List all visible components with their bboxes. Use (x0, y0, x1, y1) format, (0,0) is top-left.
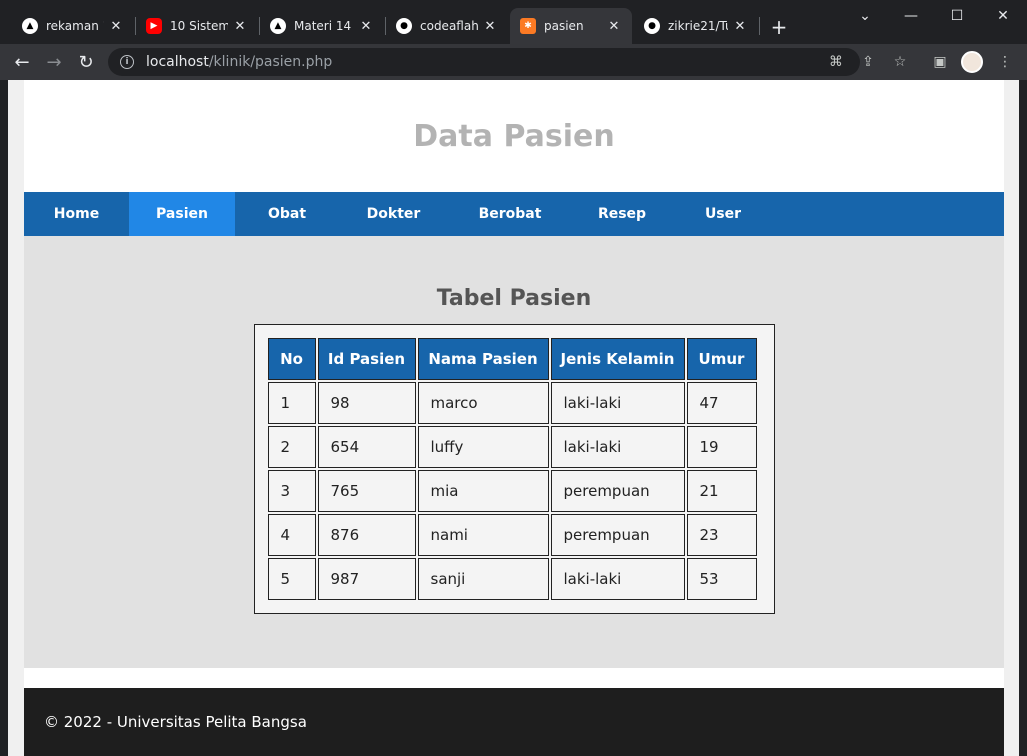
browser-tab[interactable]: ▲ rekaman 10 ✕ (12, 8, 134, 44)
nav-item-home[interactable]: Home (24, 192, 129, 236)
column-header: Nama Pasien (417, 338, 549, 380)
nav-item-berobat[interactable]: Berobat (448, 192, 572, 236)
maximize-button[interactable]: ☐ (934, 0, 980, 32)
url-text: localhost/klinik/pasien.php (146, 54, 333, 70)
browser-tab-bar: ▲ rekaman 10 ✕ ▶ 10 Sistem B ✕ ▲ Materi … (0, 0, 1027, 44)
table-cell: 47 (686, 382, 757, 424)
column-header: Jenis Kelamin (550, 338, 685, 380)
nav-item-dokter[interactable]: Dokter (339, 192, 448, 236)
back-button[interactable]: ← (8, 48, 36, 76)
table-cell: sanji (417, 558, 549, 600)
footer-text: © 2022 - Universitas Pelita Bangsa (44, 713, 307, 731)
table-cell: 2 (267, 426, 316, 468)
github-icon: ● (396, 18, 412, 34)
page-container: Data Pasien Home Pasien Obat Dokter Bero… (24, 80, 1004, 756)
table-cell: 4 (267, 514, 316, 556)
table-cell: 987 (317, 558, 416, 600)
info-icon[interactable]: i (120, 55, 134, 69)
table-row: 3 765 mia perempuan 21 (267, 470, 757, 512)
nav-item-resep[interactable]: Resep (572, 192, 672, 236)
close-window-button[interactable]: ✕ (980, 0, 1026, 32)
address-bar[interactable]: i localhost/klinik/pasien.php (108, 48, 860, 76)
nav-item-pasien[interactable]: Pasien (129, 192, 235, 236)
page-viewport: Data Pasien Home Pasien Obat Dokter Bero… (8, 80, 1019, 756)
table-cell: laki-laki (550, 426, 685, 468)
table-cell: perempuan (550, 470, 685, 512)
table-cell: 876 (317, 514, 416, 556)
tab-title: Materi 14 - (294, 19, 354, 33)
column-header: Umur (686, 338, 757, 380)
page-title: Data Pasien (413, 118, 615, 154)
translate-icon[interactable]: ⌘ (826, 52, 846, 72)
table-cell: 19 (686, 426, 757, 468)
table-cell: nami (417, 514, 549, 556)
browser-tab[interactable]: ▲ Materi 14 - ✕ (260, 8, 384, 44)
minimize-button[interactable]: — (888, 0, 934, 32)
page-header: Data Pasien (24, 80, 1004, 192)
tab-search-icon[interactable]: ⌄ (842, 0, 888, 32)
tab-title: 10 Sistem B (170, 19, 228, 33)
table-cell: mia (417, 470, 549, 512)
table-cell: 98 (317, 382, 416, 424)
profile-avatar[interactable] (961, 51, 983, 73)
browser-toolbar: ← → ↻ i localhost/klinik/pasien.php ⌘ ⇪ … (0, 44, 1027, 80)
footer-spacer (24, 668, 1004, 688)
table-row: 2 654 luffy laki-laki 19 (267, 426, 757, 468)
nav-item-user[interactable]: User (672, 192, 774, 236)
menu-dots-icon[interactable]: ⋮ (995, 52, 1015, 72)
table-container: No Id Pasien Nama Pasien Jenis Kelamin U… (253, 324, 775, 614)
table-cell: luffy (417, 426, 549, 468)
table-cell: 21 (686, 470, 757, 512)
table-cell: 5 (267, 558, 316, 600)
table-cell: 3 (267, 470, 316, 512)
tab-title: pasien (544, 19, 584, 33)
bookmark-star-icon[interactable]: ☆ (890, 52, 910, 72)
browser-tab-active[interactable]: ✱ pasien ✕ (510, 8, 632, 44)
triangle-logo-icon: ▲ (22, 18, 38, 34)
patient-table: No Id Pasien Nama Pasien Jenis Kelamin U… (266, 336, 759, 602)
table-row: 1 98 marco laki-laki 47 (267, 382, 757, 424)
tab-title: zikrie21/Tu (668, 19, 728, 33)
table-row: 5 987 sanji laki-laki 53 (267, 558, 757, 600)
xampp-icon: ✱ (520, 18, 536, 34)
table-cell: 765 (317, 470, 416, 512)
table-cell: 1 (267, 382, 316, 424)
browser-tab[interactable]: ● codeaflaha ✕ (386, 8, 508, 44)
table-cell: perempuan (550, 514, 685, 556)
table-cell: laki-laki (550, 558, 685, 600)
close-icon[interactable]: ✕ (108, 18, 124, 34)
reload-button[interactable]: ↻ (72, 48, 100, 76)
table-cell: 53 (686, 558, 757, 600)
main-nav: Home Pasien Obat Dokter Berobat Resep Us… (24, 192, 1004, 236)
section-title: Tabel Pasien (436, 286, 592, 311)
side-panel-icon[interactable]: ▣ (930, 52, 950, 72)
nav-item-obat[interactable]: Obat (235, 192, 339, 236)
forward-button[interactable]: → (40, 48, 68, 76)
close-icon[interactable]: ✕ (358, 18, 374, 34)
share-icon[interactable]: ⇪ (858, 52, 878, 72)
close-icon[interactable]: ✕ (606, 18, 622, 34)
github-icon: ● (644, 18, 660, 34)
column-header: Id Pasien (317, 338, 416, 380)
tab-title: rekaman 10 (46, 19, 104, 33)
table-cell: 23 (686, 514, 757, 556)
close-icon[interactable]: ✕ (482, 18, 498, 34)
page-footer: © 2022 - Universitas Pelita Bangsa (24, 688, 1004, 756)
browser-tab[interactable]: ▶ 10 Sistem B ✕ (136, 8, 258, 44)
table-row: 4 876 nami perempuan 23 (267, 514, 757, 556)
triangle-logo-icon: ▲ (270, 18, 286, 34)
browser-tab[interactable]: ● zikrie21/Tu ✕ (634, 8, 758, 44)
youtube-icon: ▶ (146, 18, 162, 34)
table-cell: marco (417, 382, 549, 424)
new-tab-button[interactable]: + (766, 14, 792, 40)
table-cell: laki-laki (550, 382, 685, 424)
table-header-row: No Id Pasien Nama Pasien Jenis Kelamin U… (267, 338, 757, 380)
main-content: Tabel Pasien No Id Pasien Nama Pasien Je… (24, 236, 1004, 668)
close-icon[interactable]: ✕ (732, 18, 748, 34)
column-header: No (267, 338, 316, 380)
table-cell: 654 (317, 426, 416, 468)
tab-title: codeaflaha (420, 19, 478, 33)
close-icon[interactable]: ✕ (232, 18, 248, 34)
